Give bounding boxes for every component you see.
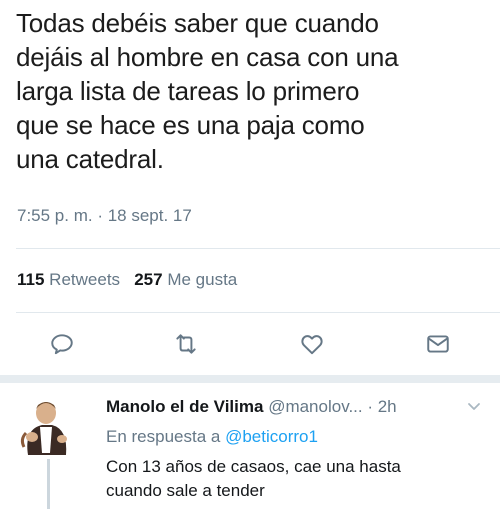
thread-line (47, 459, 50, 509)
retweet-button[interactable] (172, 330, 200, 358)
reply-text-line: cuando sale a tender (106, 481, 265, 500)
retweets-label: Retweets (49, 270, 121, 289)
reply-text: Con 13 años de casaos, cae una hasta cua… (106, 455, 486, 503)
heart-icon (301, 335, 323, 355)
divider (16, 248, 500, 249)
reply-author-handle[interactable]: @manolov... (268, 397, 362, 416)
reply-author-name[interactable]: Manolo el de Vilima (106, 397, 263, 416)
avatar[interactable] (18, 393, 78, 455)
tweet-text: Todas debéis saber que cuando dejáis al … (16, 6, 486, 176)
tweet-line: una catedral. (16, 144, 164, 174)
envelope-icon (427, 335, 449, 353)
chevron-down-icon[interactable] (466, 398, 482, 414)
likes-stat[interactable]: 257 Me gusta (134, 270, 237, 289)
message-button[interactable] (424, 330, 452, 358)
retweet-icon (176, 334, 196, 354)
tweet-timestamp[interactable]: 7:55 p. m. · 18 sept. 17 (17, 206, 192, 226)
in-reply-handle-link[interactable]: @beticorro1 (225, 427, 318, 446)
reply-button[interactable] (48, 330, 76, 358)
reply-time[interactable]: · 2h (367, 397, 396, 416)
avatar-image (20, 402, 67, 455)
tweet-line: que se hace es una paja como (16, 110, 365, 140)
likes-count: 257 (134, 270, 163, 289)
divider (16, 312, 500, 313)
tweet-line: dejáis al hombre en casa con una (16, 42, 399, 72)
tweet-line: Todas debéis saber que cuando (16, 8, 379, 38)
retweets-stat[interactable]: 115 Retweets (17, 270, 120, 289)
retweets-count: 115 (17, 270, 45, 289)
reply-header: Manolo el de Vilima @manolov... · 2h (106, 397, 397, 417)
tweet-line: larga lista de tareas lo primero (16, 76, 360, 106)
reply-text-line: Con 13 años de casaos, cae una hasta (106, 457, 401, 476)
in-reply-to: En respuesta a @beticorro1 (106, 427, 318, 447)
like-button[interactable] (298, 330, 326, 358)
reply-icon (51, 334, 73, 355)
tweet-actions (0, 330, 500, 360)
reply-tweet[interactable]: Manolo el de Vilima @manolov... · 2h En … (0, 383, 500, 509)
in-reply-prefix: En respuesta a (106, 427, 221, 446)
tweet-stats: 115 Retweets 257 Me gusta (17, 270, 237, 290)
likes-label: Me gusta (167, 270, 238, 289)
section-separator (0, 375, 500, 383)
